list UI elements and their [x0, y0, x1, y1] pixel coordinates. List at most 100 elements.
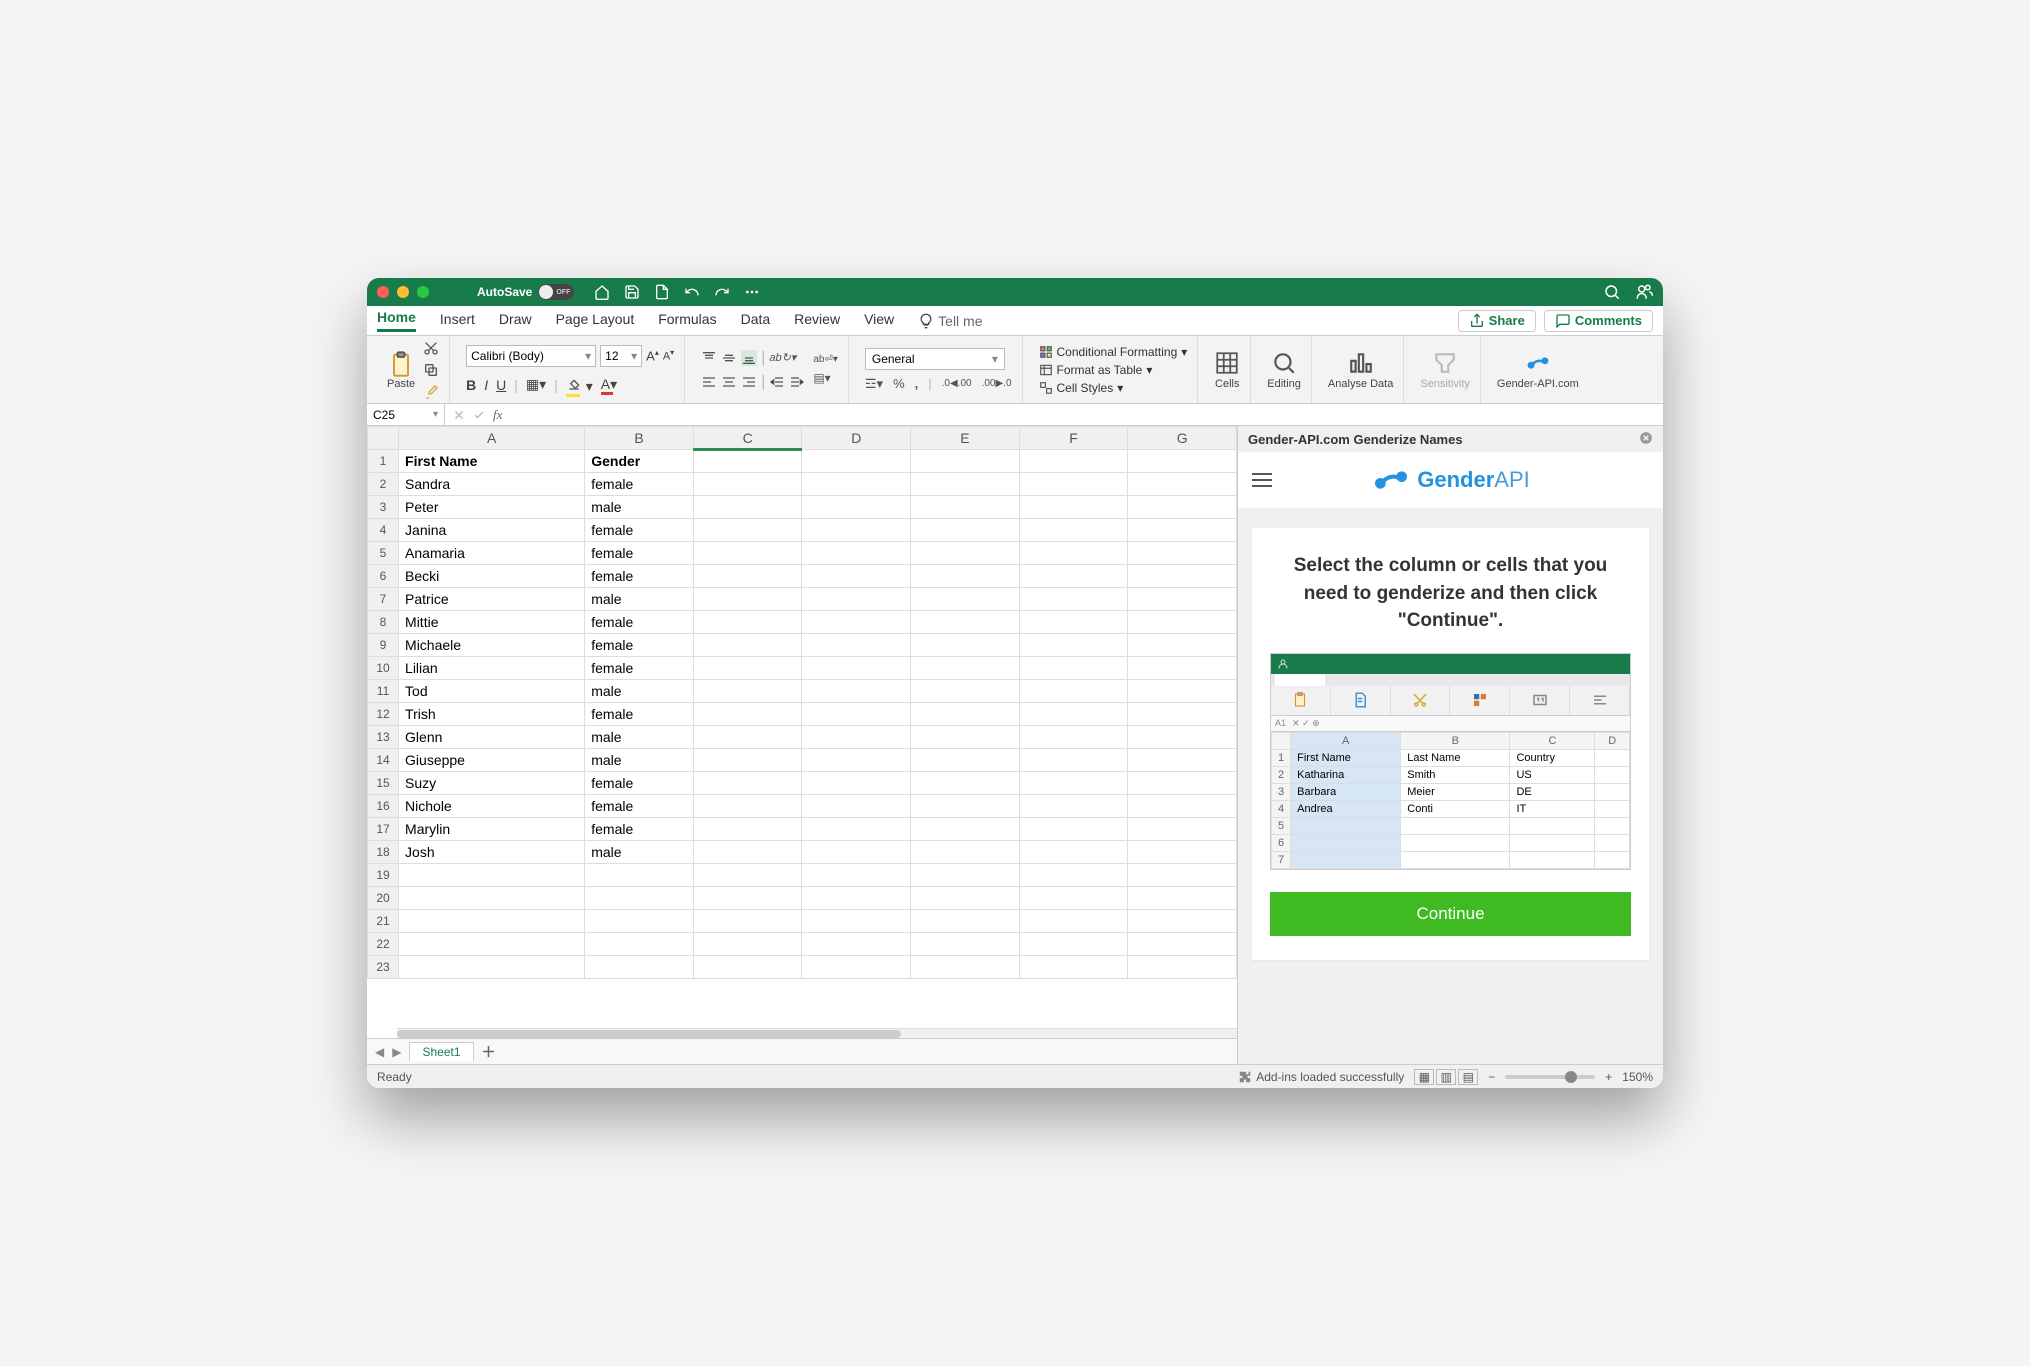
- view-pagelayout-button[interactable]: ▥: [1436, 1069, 1456, 1085]
- cell[interactable]: [693, 588, 802, 611]
- row-header[interactable]: 9: [368, 634, 399, 657]
- cell[interactable]: [585, 933, 694, 956]
- tab-formulas[interactable]: Formulas: [658, 311, 716, 331]
- cell[interactable]: [693, 956, 802, 979]
- cell[interactable]: [911, 887, 1020, 910]
- cell[interactable]: Trish: [399, 703, 585, 726]
- row-header[interactable]: 14: [368, 749, 399, 772]
- fx-icon[interactable]: fx: [493, 407, 502, 423]
- cell[interactable]: [693, 818, 802, 841]
- cell[interactable]: [802, 749, 911, 772]
- continue-button[interactable]: Continue: [1270, 892, 1631, 936]
- cell[interactable]: Anamaria: [399, 542, 585, 565]
- cell[interactable]: [1019, 588, 1128, 611]
- col-header-A[interactable]: A: [399, 427, 585, 450]
- cell[interactable]: [1019, 565, 1128, 588]
- cell[interactable]: male: [585, 680, 694, 703]
- cell[interactable]: female: [585, 611, 694, 634]
- cell[interactable]: Giuseppe: [399, 749, 585, 772]
- conditional-formatting-button[interactable]: Conditional Formatting ▾: [1039, 345, 1188, 359]
- cell[interactable]: [1128, 841, 1237, 864]
- row-header[interactable]: 4: [368, 519, 399, 542]
- cell[interactable]: [399, 933, 585, 956]
- more-icon[interactable]: [744, 284, 760, 300]
- cell[interactable]: [399, 864, 585, 887]
- row-header[interactable]: 16: [368, 795, 399, 818]
- cell[interactable]: [1128, 726, 1237, 749]
- cell[interactable]: [585, 956, 694, 979]
- format-as-table-button[interactable]: Format as Table ▾: [1039, 363, 1153, 377]
- percent-button[interactable]: %: [893, 376, 905, 391]
- cell-styles-button[interactable]: Cell Styles ▾: [1039, 381, 1124, 395]
- zoom-in-button[interactable]: +: [1605, 1070, 1612, 1084]
- minimize-window[interactable]: [397, 286, 409, 298]
- cell[interactable]: [693, 887, 802, 910]
- cell[interactable]: [911, 864, 1020, 887]
- cell[interactable]: [1128, 634, 1237, 657]
- cell[interactable]: [1019, 818, 1128, 841]
- tab-review[interactable]: Review: [794, 311, 840, 331]
- cell[interactable]: [693, 657, 802, 680]
- cell[interactable]: female: [585, 703, 694, 726]
- cell[interactable]: [585, 910, 694, 933]
- note-icon[interactable]: [654, 284, 670, 300]
- sheet-nav-next[interactable]: ▶: [392, 1045, 401, 1059]
- row-header[interactable]: 23: [368, 956, 399, 979]
- cell[interactable]: [911, 680, 1020, 703]
- row-header[interactable]: 6: [368, 565, 399, 588]
- cell[interactable]: [802, 611, 911, 634]
- cell[interactable]: Patrice: [399, 588, 585, 611]
- cell[interactable]: [802, 910, 911, 933]
- cell[interactable]: [693, 519, 802, 542]
- comments-button[interactable]: Comments: [1544, 310, 1653, 332]
- cell[interactable]: [1019, 841, 1128, 864]
- cell[interactable]: Michaele: [399, 634, 585, 657]
- row-header[interactable]: 19: [368, 864, 399, 887]
- cell[interactable]: [693, 933, 802, 956]
- cell[interactable]: [911, 450, 1020, 473]
- cell[interactable]: [1128, 887, 1237, 910]
- cell[interactable]: [802, 542, 911, 565]
- cell[interactable]: [1128, 703, 1237, 726]
- orientation-button[interactable]: ab↻▾: [769, 351, 796, 364]
- close-window[interactable]: [377, 286, 389, 298]
- maximize-window[interactable]: [417, 286, 429, 298]
- cell[interactable]: [1019, 496, 1128, 519]
- cell[interactable]: [1019, 634, 1128, 657]
- row-header[interactable]: 22: [368, 933, 399, 956]
- cell[interactable]: [693, 749, 802, 772]
- horizontal-scrollbar[interactable]: [397, 1028, 1237, 1038]
- tell-me[interactable]: Tell me: [918, 313, 982, 329]
- cell[interactable]: [1019, 726, 1128, 749]
- view-pagebreak-button[interactable]: ▤: [1458, 1069, 1478, 1085]
- col-header-D[interactable]: D: [802, 427, 911, 450]
- cell[interactable]: [1128, 496, 1237, 519]
- border-button[interactable]: ▦▾: [526, 376, 546, 393]
- cell[interactable]: [911, 772, 1020, 795]
- cell[interactable]: [802, 933, 911, 956]
- cell[interactable]: [693, 542, 802, 565]
- italic-button[interactable]: I: [484, 377, 488, 393]
- cell[interactable]: [911, 933, 1020, 956]
- comma-button[interactable]: ,: [915, 376, 919, 391]
- cell[interactable]: [1128, 519, 1237, 542]
- tab-home[interactable]: Home: [377, 309, 416, 332]
- cell[interactable]: [1019, 887, 1128, 910]
- addin-close-button[interactable]: [1639, 431, 1653, 448]
- cell[interactable]: Josh: [399, 841, 585, 864]
- underline-button[interactable]: U: [496, 377, 506, 393]
- cell[interactable]: [585, 864, 694, 887]
- indent-increase-icon[interactable]: [789, 374, 805, 390]
- cells-button[interactable]: Cells: [1214, 350, 1240, 390]
- cell[interactable]: female: [585, 542, 694, 565]
- col-header-C[interactable]: C: [693, 427, 802, 450]
- cell[interactable]: [585, 887, 694, 910]
- cell[interactable]: [1019, 749, 1128, 772]
- cell[interactable]: [802, 703, 911, 726]
- cell[interactable]: [911, 519, 1020, 542]
- cell[interactable]: [693, 473, 802, 496]
- sheet-nav-prev[interactable]: ◀: [375, 1045, 384, 1059]
- cell[interactable]: [1128, 473, 1237, 496]
- font-color-button[interactable]: A▾: [601, 376, 617, 393]
- save-icon[interactable]: [624, 284, 640, 300]
